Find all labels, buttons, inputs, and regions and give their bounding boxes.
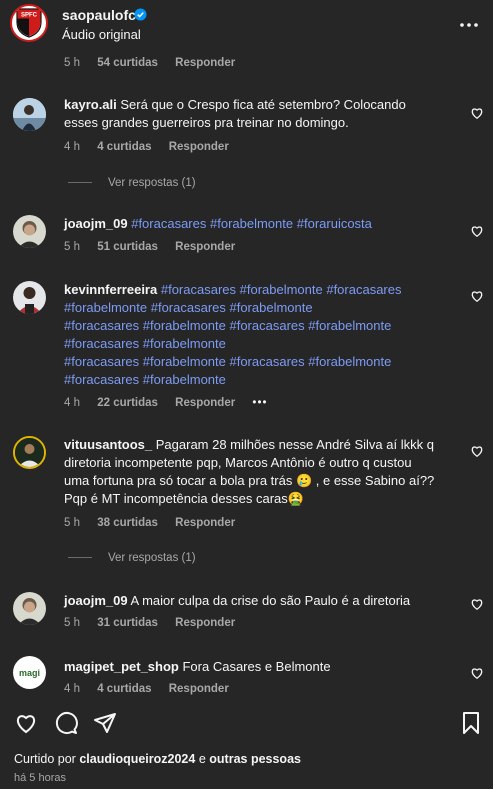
view-replies-button[interactable]: Ver respostas (1) xyxy=(68,552,196,564)
commenter-avatar[interactable]: magi xyxy=(13,656,46,689)
liked-and: e xyxy=(198,752,206,766)
view-replies-button[interactable]: Ver respostas (1) xyxy=(68,177,196,189)
commenter-avatar[interactable] xyxy=(13,281,46,314)
comment-likes[interactable]: 4 curtidas xyxy=(97,683,151,695)
comment-meta: 5 h 31 curtidas Responder xyxy=(64,617,249,629)
person-photo-icon xyxy=(13,98,46,131)
hashtag-line[interactable]: #foracasares #forabelmonte #foracasares … xyxy=(64,317,439,335)
comment-body: kayro.ali Será que o Crespo fica até set… xyxy=(64,96,439,132)
liked-username[interactable]: claudioqueiroz2024 xyxy=(79,752,195,766)
audio-label[interactable]: Áudio original xyxy=(62,27,141,42)
comment-time: 4 h xyxy=(64,683,80,695)
comment-time: 4 h xyxy=(64,397,80,409)
post-time-ago: há 5 horas xyxy=(14,772,66,784)
hashtag-link[interactable]: #forabelmonte xyxy=(210,216,293,231)
comment-body: joaojm_09 #foracasares #forabelmonte #fo… xyxy=(64,215,439,233)
comment-likes[interactable]: 38 curtidas xyxy=(97,517,158,529)
comment-time: 4 h xyxy=(64,141,80,153)
liked-by-text[interactable]: Curtido por claudioqueiroz2024 e outras … xyxy=(14,752,301,766)
reply-button[interactable]: Responder xyxy=(169,141,229,153)
profile-avatar[interactable]: SPFC xyxy=(10,4,48,42)
comment-username[interactable]: kayro.ali xyxy=(64,97,117,112)
comment-body: kevinnferreeira #foracasares #forabelmon… xyxy=(64,281,439,389)
comment-text: Fora Casares e Belmonte xyxy=(182,659,331,674)
bookmark-save-icon[interactable] xyxy=(459,711,483,735)
hashtag-line[interactable]: #foracasares #forabelmonte #foracasares … xyxy=(64,353,439,371)
hashtag-link[interactable]: #foraruicosta xyxy=(297,216,372,231)
svg-text:SPFC: SPFC xyxy=(21,13,38,19)
person-photo-icon xyxy=(13,281,46,314)
hashtag-line[interactable]: #forabelmonte #foracasares #forabelmonte xyxy=(64,299,439,317)
comment-meta: 4 h 4 curtidas Responder xyxy=(64,141,243,153)
comment-body: joaojm_09 A maior culpa da crise do são … xyxy=(64,592,439,610)
like-heart-icon[interactable] xyxy=(470,289,484,303)
comment-text: A maior culpa da crise do são Paulo é a … xyxy=(130,593,411,608)
person-photo-icon xyxy=(15,438,44,467)
commenter-avatar[interactable] xyxy=(13,436,46,469)
comment-time: 5 h xyxy=(64,241,80,253)
comment-username[interactable]: joaojm_09 xyxy=(64,593,128,608)
view-replies-label[interactable]: Ver respostas (1) xyxy=(108,177,196,189)
reply-button[interactable]: Responder xyxy=(175,397,235,409)
magipet-logo: magi xyxy=(18,667,40,678)
reply-button[interactable]: Responder xyxy=(175,57,235,69)
reply-button[interactable]: Responder xyxy=(169,683,229,695)
comment-likes[interactable]: 51 curtidas xyxy=(97,241,158,253)
comment-meta: 4 h 22 curtidas Responder ••• xyxy=(64,397,282,409)
post-action-bar: Curtido por claudioqueiroz2024 e outras … xyxy=(0,703,493,789)
comment-time: 5 h xyxy=(64,57,80,69)
person-photo-icon xyxy=(13,592,46,625)
reply-button[interactable]: Responder xyxy=(175,617,235,629)
comments-panel: SPFC saopaulofc Áudio original 5 h 54 cu… xyxy=(0,0,493,789)
commenter-avatar[interactable] xyxy=(13,98,46,131)
comment-meta: 5 h 51 curtidas Responder xyxy=(64,241,249,253)
comment-username[interactable]: vituusantoos_ xyxy=(64,437,152,452)
reply-button[interactable]: Responder xyxy=(175,241,235,253)
liked-others[interactable]: outras pessoas xyxy=(209,752,301,766)
comment-likes[interactable]: 54 curtidas xyxy=(97,57,158,69)
more-options-icon[interactable] xyxy=(458,14,480,36)
reply-button[interactable]: Responder xyxy=(175,517,235,529)
comment-body: vituusantoos_ Pagaram 28 milhões nesse A… xyxy=(64,436,439,508)
comment-username[interactable]: magipet_pet_shop xyxy=(64,659,179,674)
like-heart-icon[interactable] xyxy=(14,711,38,735)
replies-line xyxy=(68,182,92,184)
post-header: SPFC saopaulofc Áudio original xyxy=(0,0,493,50)
comment-meta: 5 h 54 curtidas Responder xyxy=(64,57,249,69)
like-heart-icon[interactable] xyxy=(470,597,484,611)
post-username[interactable]: saopaulofc xyxy=(62,7,136,23)
like-heart-icon[interactable] xyxy=(470,444,484,458)
comment-meta: 4 h 4 curtidas Responder xyxy=(64,683,243,695)
view-replies-label[interactable]: Ver respostas (1) xyxy=(108,552,196,564)
liked-prefix: Curtido por xyxy=(14,752,76,766)
comment-meta: 5 h 38 curtidas Responder xyxy=(64,517,249,529)
comment-likes[interactable]: 22 curtidas xyxy=(97,397,158,409)
commenter-avatar[interactable] xyxy=(13,215,46,248)
hashtag-link[interactable]: #foracasares xyxy=(131,216,206,231)
comment-body: magipet_pet_shop Fora Casares e Belmonte xyxy=(64,658,439,676)
comment-likes[interactable]: 31 curtidas xyxy=(97,617,158,629)
person-photo-icon xyxy=(13,215,46,248)
comment-bubble-icon[interactable] xyxy=(54,711,78,735)
comment-username[interactable]: joaojm_09 xyxy=(64,216,128,231)
hashtag-line[interactable]: #foracasares #forabelmonte xyxy=(64,371,439,389)
replies-line xyxy=(68,557,92,559)
comment-likes[interactable]: 4 curtidas xyxy=(97,141,151,153)
spfc-logo-icon: SPFC xyxy=(16,8,42,38)
like-heart-icon[interactable] xyxy=(470,224,484,238)
comment-time: 5 h xyxy=(64,617,80,629)
comment-options-button[interactable]: ••• xyxy=(252,397,267,409)
like-heart-icon[interactable] xyxy=(470,666,484,680)
verified-badge-icon xyxy=(134,8,147,21)
like-heart-icon[interactable] xyxy=(470,106,484,120)
hashtag-line[interactable]: #foracasares #forabelmonte #foracasares xyxy=(161,282,402,297)
commenter-avatar[interactable] xyxy=(13,592,46,625)
hashtag-line[interactable]: #foracasares #forabelmonte xyxy=(64,335,439,353)
share-send-icon[interactable] xyxy=(93,711,117,735)
comment-time: 5 h xyxy=(64,517,80,529)
comment-username[interactable]: kevinnferreeira xyxy=(64,282,157,297)
